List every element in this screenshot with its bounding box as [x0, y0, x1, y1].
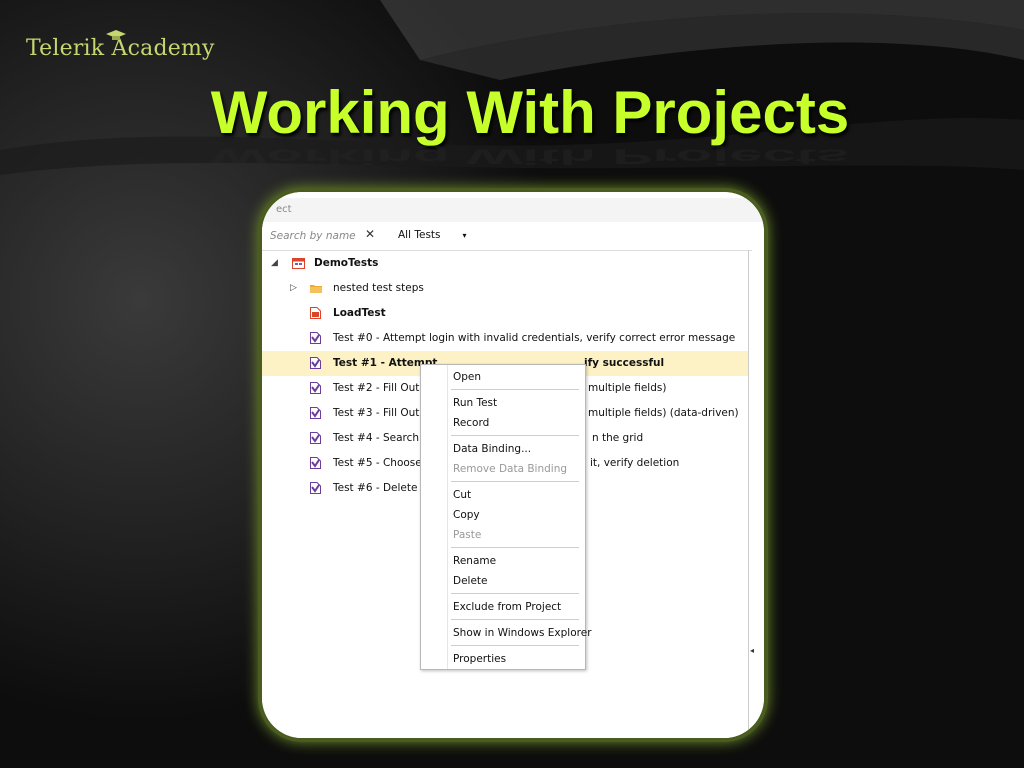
tree-item-loadtest[interactable]: LoadTest: [262, 301, 748, 326]
slide-title: Working With Projects: [210, 79, 850, 146]
web-test-icon: [310, 357, 321, 369]
load-test-icon: [310, 307, 321, 319]
menu-separator: [451, 481, 579, 482]
web-test-icon: [310, 457, 321, 469]
web-test-icon: [310, 432, 321, 444]
menu-separator: [451, 547, 579, 548]
menu-item-remove-data-binding: Remove Data Binding: [453, 463, 568, 475]
chevron-down-icon: ▾: [462, 231, 467, 240]
menu-item-record[interactable]: Record: [453, 413, 489, 433]
web-test-icon: [310, 482, 321, 494]
test-filter-dropdown[interactable]: All Tests ▾: [398, 229, 467, 241]
tree-item-label-suffix: it, verify deletion: [590, 457, 680, 469]
menu-item-rename[interactable]: Rename: [453, 551, 496, 571]
project-icon: [292, 258, 305, 269]
tree-item-label-suffix: multiple fields) (data-driven): [588, 407, 739, 419]
menu-item-paste: Paste: [453, 529, 482, 541]
menu-separator: [451, 619, 579, 620]
panel-header: ect: [262, 198, 764, 222]
expand-open-icon[interactable]: ◢: [271, 251, 278, 276]
search-input[interactable]: [270, 226, 358, 246]
menu-separator: [451, 435, 579, 436]
menu-item-show-in-explorer[interactable]: Show in Windows Explorer: [453, 623, 592, 643]
web-test-icon: [310, 382, 321, 394]
menu-item-open[interactable]: Open: [453, 367, 481, 387]
tree-root-label: DemoTests: [314, 257, 379, 269]
tree-item-label-prefix: Test #5 - Choose s: [333, 457, 431, 469]
menu-item-exclude-from-project[interactable]: Exclude from Project: [453, 597, 561, 617]
tree-item-label-prefix: Test #6 - Delete m: [333, 482, 432, 494]
web-test-icon: [310, 332, 321, 344]
tree-item-label-prefix: Test #3 - Fill Out a: [333, 407, 430, 419]
tree-item-label: LoadTest: [333, 307, 386, 319]
tree-item-label-suffix: multiple fields): [588, 382, 667, 394]
menu-item-delete[interactable]: Delete: [453, 571, 488, 591]
expand-closed-icon[interactable]: ▷: [290, 276, 297, 301]
context-menu: Open Run Test Record Data Binding... Rem…: [420, 364, 592, 670]
tree-item-label-prefix: Test #2 - Fill Out a: [333, 382, 430, 394]
screenshot-frame: ect ✕ All Tests ▾ ◢ DemoTests ▷: [262, 192, 764, 738]
slide-title-reflection: Working With Projects: [210, 144, 850, 169]
menu-item-cut[interactable]: Cut: [453, 485, 471, 505]
folder-icon: [310, 285, 322, 293]
tree-item-label-visible-suffix: ify successful: [584, 357, 665, 369]
tree-item-test[interactable]: Test #0 - Attempt login with invalid cre…: [262, 326, 748, 351]
menu-item-data-binding[interactable]: Data Binding...: [453, 439, 531, 459]
context-menu-icon-gutter: [447, 365, 448, 669]
menu-separator: [451, 389, 579, 390]
menu-item-copy[interactable]: Copy: [453, 505, 480, 525]
tree-item-label: Test #0 - Attempt login with invalid cre…: [333, 332, 736, 344]
tree-item-label-suffix: n the grid: [592, 432, 644, 444]
web-test-icon: [310, 407, 321, 419]
tree-root-project[interactable]: ◢ DemoTests: [262, 251, 748, 276]
filter-label: All Tests: [398, 229, 441, 241]
tree-item-folder[interactable]: ▷ nested test steps: [262, 276, 748, 301]
scroll-left-icon[interactable]: ◂: [750, 646, 754, 655]
project-explorer-panel: ect ✕ All Tests ▾ ◢ DemoTests ▷: [262, 192, 764, 738]
menu-separator: [451, 593, 579, 594]
graduation-cap-icon: [106, 30, 126, 40]
menu-item-properties[interactable]: Properties: [453, 649, 506, 669]
menu-separator: [451, 645, 579, 646]
clear-search-icon[interactable]: ✕: [365, 227, 375, 241]
panel-toolbar: ✕ All Tests ▾: [262, 222, 752, 251]
panel-right-border: [748, 250, 749, 738]
menu-item-run-test[interactable]: Run Test: [453, 393, 497, 413]
tree-item-label-prefix: Test #4 - Search a: [333, 432, 429, 444]
telerik-academy-logo: Telerik Academy: [26, 30, 215, 61]
tree-item-label: nested test steps: [333, 282, 424, 294]
